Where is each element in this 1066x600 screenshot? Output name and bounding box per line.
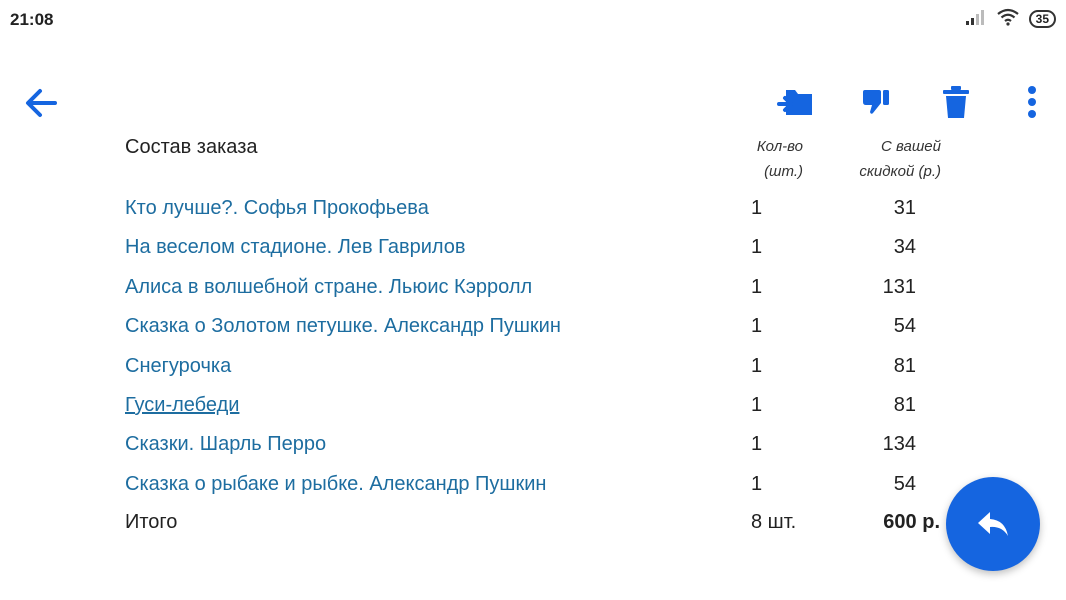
item-link[interactable]: Гуси-лебеди: [125, 394, 239, 417]
transfer-folder-icon: [777, 90, 812, 115]
column-header-price: С вашей скидкой (р.): [859, 134, 941, 184]
item-price: 131: [882, 275, 916, 298]
status-icons: 35: [965, 8, 1056, 31]
column-header-price-line2: скидкой (р.): [859, 163, 941, 180]
item-link[interactable]: Кто лучше?. Софья Прокофьева: [125, 197, 429, 220]
reply-fab-button[interactable]: [946, 477, 1040, 571]
item-price: 81: [893, 393, 916, 416]
item-qty: 1: [751, 315, 763, 338]
dislike-icon: [863, 90, 889, 114]
table-header: Состав заказа Кол-во (шт.) С вашей скидк…: [0, 132, 1066, 190]
total-qty: 8 шт.: [751, 511, 797, 534]
item-price: 34: [893, 236, 916, 259]
wifi-icon: [996, 8, 1019, 31]
table-row: На веселом стадионе. Лев Гаврилов 1 34: [0, 229, 1066, 268]
item-qty: 1: [751, 197, 763, 219]
item-price: 134: [882, 433, 916, 456]
item-link[interactable]: Алиса в волшебной стране. Льюис Кэрролл: [125, 276, 532, 299]
table-row: Сказка о рыбаке и рыбке. Александр Пушки…: [0, 466, 1066, 505]
table-row: Сказки. Шарль Перро 1 134: [0, 426, 1066, 465]
column-header-qty-line1: Кол-во: [756, 138, 803, 155]
item-price: 31: [893, 197, 916, 219]
item-qty: 1: [751, 354, 763, 377]
item-link[interactable]: Сказки. Шарль Перро: [125, 433, 326, 456]
item-qty: 1: [751, 433, 763, 456]
total-label: Итого: [125, 511, 178, 534]
item-qty: 1: [751, 472, 763, 495]
item-price: 54: [893, 315, 916, 338]
column-header-qty-line2: (шт.): [764, 163, 803, 180]
toolbar: [0, 78, 1066, 124]
item-link[interactable]: Снегурочка: [125, 355, 231, 378]
table-row: Снегурочка 1 81: [0, 348, 1066, 387]
back-button[interactable]: [22, 84, 60, 122]
more-vert-icon: [1028, 86, 1036, 118]
table-row: Кто лучше?. Софья Прокофьева 1 31: [0, 190, 1066, 229]
column-header-price-line1: С вашей: [881, 138, 941, 155]
trash-icon: [943, 86, 969, 118]
item-link[interactable]: На веселом стадионе. Лев Гаврилов: [125, 236, 466, 259]
item-link[interactable]: Сказка о Золотом петушке. Александр Пушк…: [125, 315, 561, 338]
total-row: Итого 8 шт. 600 р.: [0, 505, 1066, 544]
table-row: Сказка о Золотом петушке. Александр Пушк…: [0, 308, 1066, 347]
item-qty: 1: [751, 275, 763, 298]
more-options-button[interactable]: [1010, 80, 1054, 124]
signal-icon: [965, 9, 987, 30]
status-time: 21:08: [10, 10, 54, 29]
order-table: Состав заказа Кол-во (шт.) С вашей скидк…: [0, 132, 1066, 544]
dislike-button[interactable]: [854, 80, 898, 124]
item-qty: 1: [751, 393, 763, 416]
item-qty: 1: [751, 236, 763, 259]
reply-icon: [978, 512, 1008, 536]
column-header-qty: Кол-во (шт.): [757, 134, 803, 184]
status-bar: 21:08 35: [0, 0, 1066, 40]
item-price: 81: [893, 354, 916, 377]
back-arrow-icon: [26, 89, 57, 117]
table-row: Алиса в волшебной стране. Льюис Кэрролл …: [0, 269, 1066, 308]
delete-button[interactable]: [934, 80, 978, 124]
table-row: Гуси-лебеди 1 81: [0, 387, 1066, 426]
move-to-folder-button[interactable]: [773, 80, 817, 124]
order-title: Состав заказа: [125, 136, 258, 158]
item-price: 54: [893, 472, 916, 495]
battery-icon: 35: [1028, 10, 1056, 28]
total-sum: 600 р.: [883, 511, 940, 534]
item-link[interactable]: Сказка о рыбаке и рыбке. Александр Пушки…: [125, 473, 546, 496]
